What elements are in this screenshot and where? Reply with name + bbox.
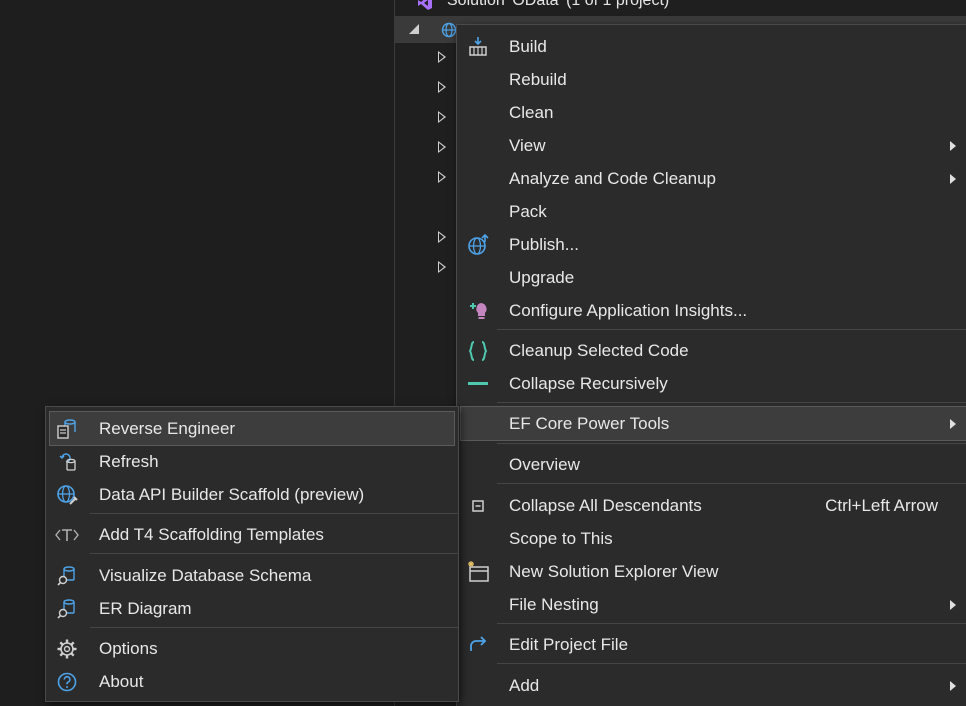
ef-core-power-tools-submenu: Reverse Engineer Refresh Data API Builde… <box>45 406 459 702</box>
braces-icon <box>468 341 488 361</box>
menu-item-label: Data API Builder Scaffold (preview) <box>99 485 365 504</box>
submenu-arrow-icon <box>950 681 956 691</box>
refresh-icon <box>59 453 76 471</box>
menu-item-configure-app-insights[interactable]: Configure Application Insights... <box>461 294 966 327</box>
menu-separator <box>497 663 966 664</box>
menu-separator <box>90 553 458 554</box>
menu-item-label: Clean <box>509 103 554 122</box>
menu-item-rebuild[interactable]: Rebuild <box>461 63 966 96</box>
menu-item-reverse-engineer[interactable]: Reverse Engineer <box>49 411 455 446</box>
menu-separator <box>497 443 966 444</box>
menu-item-view[interactable]: View <box>461 129 966 162</box>
menu-item-new-solution-explorer-view[interactable]: New Solution Explorer View <box>461 555 966 588</box>
menu-separator <box>497 483 966 484</box>
collapsed-caret-icon[interactable] <box>438 141 446 153</box>
shortcut-text: Ctrl+Left Arrow <box>825 496 938 515</box>
menu-item-about[interactable]: About <box>50 665 454 698</box>
menu-separator <box>497 402 966 403</box>
menu-item-label: File Nesting <box>509 595 599 614</box>
t4-template-icon <box>55 529 79 541</box>
collapsed-caret-icon[interactable] <box>438 261 446 273</box>
menu-item-label: Collapse Recursively <box>509 374 668 393</box>
menu-item-pack[interactable]: Pack <box>461 195 966 228</box>
menu-separator <box>90 627 458 628</box>
visual-studio-solution-icon <box>418 0 432 10</box>
menu-item-label: Upgrade <box>509 268 575 287</box>
menu-item-label: EF Core Power Tools <box>509 414 670 433</box>
collapsed-caret-icon[interactable] <box>438 81 446 93</box>
menu-separator <box>497 623 966 624</box>
menu-item-cleanup-selected-code[interactable]: Cleanup Selected Code <box>461 334 966 367</box>
build-icon <box>469 37 487 56</box>
menu-item-label: Rebuild <box>509 70 567 89</box>
menu-item-add[interactable]: Add <box>461 669 966 702</box>
publish-globe-icon <box>468 233 489 255</box>
menu-item-er-diagram[interactable]: ER Diagram <box>50 592 454 625</box>
menu-item-collapse-recursively[interactable]: Collapse Recursively <box>461 367 966 400</box>
edit-project-arrow-icon <box>470 636 487 651</box>
menu-item-refresh[interactable]: Refresh <box>50 445 454 478</box>
submenu-arrow-icon <box>950 419 956 429</box>
menu-item-label: Collapse All Descendants <box>509 496 702 515</box>
menu-item-label: Add T4 Scaffolding Templates <box>99 525 324 544</box>
menu-item-label: Reverse Engineer <box>99 419 236 438</box>
collapsed-caret-icon[interactable] <box>438 111 446 123</box>
gear-icon <box>57 639 77 659</box>
project-context-menu: Build Rebuild Clean View Analyze and Cod… <box>456 24 966 706</box>
menu-item-label: Edit Project File <box>509 635 629 654</box>
menu-item-label: Add <box>509 676 540 695</box>
database-schema-icon <box>57 566 75 586</box>
app-insights-icon <box>470 303 487 319</box>
menu-item-label: ER Diagram <box>99 599 192 618</box>
menu-item-ef-core-power-tools[interactable]: EF Core Power Tools <box>460 406 966 441</box>
menu-item-label: Visualize Database Schema <box>99 566 312 585</box>
new-explorer-view-icon <box>468 561 489 582</box>
collapse-bar-icon <box>468 382 488 385</box>
reverse-engineer-icon <box>57 419 76 439</box>
menu-item-overview[interactable]: Overview <box>461 448 966 481</box>
menu-item-scope-to-this[interactable]: Scope to This <box>461 522 966 555</box>
menu-item-label: Pack <box>509 202 547 221</box>
menu-item-label: Configure Application Insights... <box>509 301 748 320</box>
submenu-arrow-icon <box>950 600 956 610</box>
menu-item-label: Build <box>509 37 547 56</box>
menu-item-clean[interactable]: Clean <box>461 96 966 129</box>
menu-item-label: New Solution Explorer View <box>509 562 719 581</box>
menu-item-label: Cleanup Selected Code <box>509 341 689 360</box>
solution-label: Solution 'OData' (1 of 1 project) <box>447 0 670 9</box>
web-project-globe-icon <box>441 22 457 38</box>
menu-item-build[interactable]: Build <box>461 30 966 63</box>
menu-item-label: About <box>99 672 144 691</box>
menu-item-visualize-database-schema[interactable]: Visualize Database Schema <box>50 559 454 592</box>
menu-item-analyze-code-cleanup[interactable]: Analyze and Code Cleanup <box>461 162 966 195</box>
menu-item-edit-project-file[interactable]: Edit Project File <box>461 628 966 661</box>
collapsed-caret-icon[interactable] <box>438 51 446 63</box>
menu-item-label: Refresh <box>99 452 159 471</box>
menu-item-upgrade[interactable]: Upgrade <box>461 261 966 294</box>
menu-item-label: Overview <box>509 455 580 474</box>
collapsed-caret-icon[interactable] <box>438 171 446 183</box>
collapsed-caret-icon[interactable] <box>438 231 446 243</box>
help-circle-icon <box>57 672 77 692</box>
expanded-caret-icon[interactable] <box>409 24 419 34</box>
er-diagram-icon <box>57 599 75 619</box>
menu-item-label: Analyze and Code Cleanup <box>509 169 716 188</box>
submenu-arrow-icon <box>950 141 956 151</box>
solution-node[interactable]: Solution 'OData' (1 of 1 project) <box>395 0 966 14</box>
menu-item-add-t4-templates[interactable]: Add T4 Scaffolding Templates <box>50 518 454 551</box>
menu-separator <box>497 329 966 330</box>
menu-item-label: Scope to This <box>509 529 613 548</box>
menu-item-collapse-all-descendants[interactable]: Collapse All Descendants Ctrl+Left Arrow <box>461 489 966 522</box>
menu-item-data-api-builder-scaffold[interactable]: Data API Builder Scaffold (preview) <box>50 478 454 511</box>
data-api-globe-icon <box>57 485 78 505</box>
menu-separator <box>90 513 458 514</box>
menu-item-file-nesting[interactable]: File Nesting <box>461 588 966 621</box>
collapse-all-icon <box>472 500 484 512</box>
menu-item-publish[interactable]: Publish... <box>461 228 966 261</box>
menu-item-label: Options <box>99 639 158 658</box>
submenu-arrow-icon <box>950 174 956 184</box>
menu-item-label: View <box>509 136 546 155</box>
menu-item-options[interactable]: Options <box>50 632 454 665</box>
menu-item-label: Publish... <box>509 235 579 254</box>
